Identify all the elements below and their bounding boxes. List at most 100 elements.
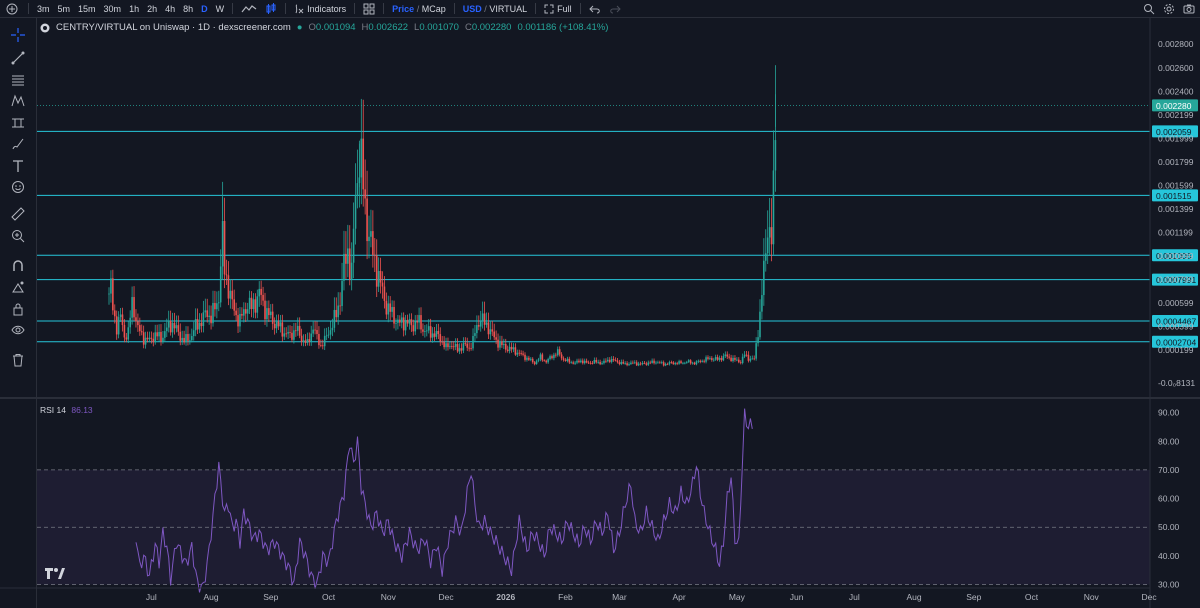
candle-body — [127, 327, 130, 340]
candle-body — [755, 343, 757, 359]
candle-body — [229, 290, 232, 299]
candle-body — [749, 358, 752, 361]
candle-body — [711, 358, 713, 360]
candle-body — [217, 302, 220, 304]
candle-body — [551, 356, 553, 359]
candle-body — [113, 310, 116, 317]
candle-body — [175, 325, 178, 329]
candle-body — [356, 183, 359, 196]
time-axis-tick: Nov — [381, 592, 397, 602]
candle-body — [241, 313, 243, 316]
candle-body — [181, 337, 183, 341]
candle-body — [192, 330, 195, 337]
candle-body — [553, 354, 555, 359]
candle-body — [487, 322, 490, 335]
candle-body — [724, 354, 727, 357]
candle-body — [198, 322, 201, 330]
candle-body — [659, 362, 661, 364]
candle-body — [177, 325, 180, 332]
candle-body — [331, 327, 334, 331]
candle-body — [614, 360, 617, 361]
candle-body — [533, 362, 536, 365]
candle-body — [214, 302, 216, 310]
candle-body — [360, 138, 363, 178]
candle-body — [271, 311, 274, 324]
candle-body — [466, 343, 469, 348]
candle-body — [327, 334, 330, 336]
candle-body — [443, 341, 445, 348]
candle-body — [707, 357, 709, 359]
candle-body — [399, 319, 401, 323]
candle-body — [612, 359, 615, 361]
candle-body — [726, 354, 729, 357]
candle-body — [202, 312, 205, 327]
candle-body — [227, 275, 230, 299]
candle-body — [204, 310, 207, 313]
candle-body — [508, 346, 511, 351]
candle-body — [562, 358, 565, 360]
candle-body — [761, 295, 763, 312]
time-axis-tick: Dec — [1141, 592, 1157, 602]
rsi-legend: RSI 14 86.13 — [40, 405, 93, 415]
candle-body — [237, 315, 239, 327]
candle-body — [445, 343, 447, 348]
last-price-label: 0.002280 — [1156, 101, 1192, 111]
rsi-axis-tick: 50.00 — [1158, 522, 1180, 532]
candle-body — [456, 343, 459, 352]
candle-body — [474, 333, 476, 336]
candle-body — [745, 354, 748, 356]
candle-body — [730, 357, 732, 362]
candle-body — [350, 262, 353, 280]
candle-body — [695, 361, 698, 365]
candle-body — [774, 140, 777, 171]
candle-body — [545, 360, 548, 363]
candle-body — [169, 320, 172, 333]
candle-body — [387, 303, 390, 315]
candle-body — [289, 332, 291, 333]
candle-body — [137, 321, 139, 326]
candle-body — [720, 357, 723, 361]
chart-canvas[interactable]: 0.0020590.0015150.0010060.00079910.00044… — [0, 0, 1200, 608]
candle-body — [768, 227, 771, 238]
candle-body — [670, 362, 673, 363]
price-axis-tick: 0.001199 — [1158, 227, 1193, 237]
candle-body — [269, 311, 272, 316]
candle-body — [123, 324, 126, 338]
rsi-axis-tick: 70.00 — [1158, 465, 1180, 475]
candle-body — [308, 339, 311, 342]
candle-body — [435, 330, 438, 337]
candle-body — [370, 231, 372, 237]
candle-body — [757, 337, 759, 344]
candle-body — [231, 290, 234, 300]
candle-body — [485, 322, 488, 325]
candle-body — [429, 326, 432, 338]
time-axis-tick: Nov — [1084, 592, 1100, 602]
candle-body — [622, 361, 625, 364]
candle-body — [343, 253, 345, 281]
candle-body — [770, 227, 773, 245]
candle-body — [418, 315, 420, 323]
candle-body — [162, 337, 164, 342]
time-axis-tick: 2026 — [496, 592, 515, 602]
candle-body — [194, 318, 197, 331]
time-axis-tick: Oct — [322, 592, 336, 602]
price-axis-tick: 0.000399 — [1158, 322, 1194, 332]
candle-body — [686, 361, 688, 363]
candle-body — [125, 337, 128, 340]
candle-body — [531, 358, 534, 363]
candle-body — [664, 363, 667, 366]
candle-body — [641, 362, 644, 365]
candle-body — [425, 330, 428, 332]
candle-body — [653, 360, 655, 364]
candle-body — [610, 359, 613, 362]
candle-body — [655, 362, 657, 364]
candle-body — [404, 320, 407, 331]
time-axis-tick: May — [729, 592, 746, 602]
candle-body — [732, 357, 734, 362]
candle-body — [751, 358, 754, 360]
candle-body — [497, 339, 499, 348]
tradingview-logo[interactable] — [44, 566, 66, 580]
candle-body — [248, 297, 251, 310]
time-axis-tick: Jun — [790, 592, 804, 602]
candle-body — [666, 363, 669, 365]
